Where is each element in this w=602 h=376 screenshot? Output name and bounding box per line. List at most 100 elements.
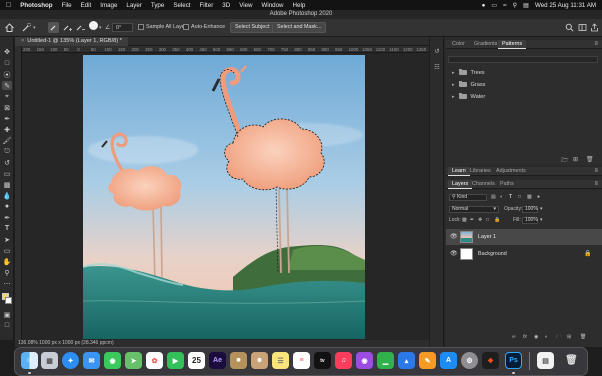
- new-group-folder-icon[interactable]: 🗁: [561, 156, 568, 166]
- menubar-clock[interactable]: Wed 25 Aug 11:31 AM: [535, 2, 596, 9]
- quick-selection-tool-icon[interactable]: [21, 22, 32, 33]
- type-tool-icon[interactable]: T: [2, 224, 12, 233]
- music-icon[interactable]: ♫: [335, 352, 352, 369]
- lock-artboard-icon[interactable]: □: [486, 217, 489, 224]
- finder-icon[interactable]: ☺: [21, 352, 38, 369]
- menu-layer[interactable]: Layer: [126, 2, 141, 9]
- filter-adjustment-icon[interactable]: ◐: [500, 194, 503, 201]
- layer-row-layer-1[interactable]: 👁 Layer 1: [446, 229, 602, 245]
- tab-color[interactable]: Color: [448, 40, 469, 49]
- home-icon[interactable]: [4, 22, 15, 33]
- menu-select[interactable]: Select: [173, 2, 190, 9]
- messages-icon[interactable]: ◉: [104, 352, 121, 369]
- tab-gradients[interactable]: Gradients: [470, 40, 501, 49]
- menu-file[interactable]: File: [62, 2, 72, 9]
- brush-size-preview-icon[interactable]: [89, 21, 98, 30]
- link-layers-icon[interactable]: ∞: [512, 334, 516, 341]
- eye-visibility-icon[interactable]: 👁: [450, 233, 458, 240]
- reminders-icon[interactable]: ≡: [293, 352, 310, 369]
- calendar-icon[interactable]: 25: [188, 352, 205, 369]
- figma-icon[interactable]: ❖: [482, 352, 499, 369]
- tab-adjustments[interactable]: Adjustments: [492, 167, 530, 176]
- pattern-group-grass[interactable]: ▸ Grass: [452, 80, 485, 89]
- opacity-field[interactable]: 100%: [522, 206, 538, 213]
- rectangle-tool-icon[interactable]: ▭: [2, 246, 12, 255]
- tab-patterns[interactable]: Patterns: [498, 40, 527, 49]
- apple-tv-icon[interactable]: tv: [314, 352, 331, 369]
- numbers-icon[interactable]: ▁: [377, 352, 394, 369]
- dodge-tool-icon[interactable]: ●: [2, 202, 12, 211]
- new-group-icon[interactable]: 🗁: [556, 334, 562, 341]
- tool-preset-chevron-icon[interactable]: ▾: [33, 25, 36, 31]
- system-preferences-icon[interactable]: ⚙: [461, 352, 478, 369]
- gradient-tool-icon[interactable]: ▩: [2, 180, 12, 189]
- search-icon[interactable]: [565, 23, 574, 32]
- workspace-switcher-icon[interactable]: [578, 23, 587, 32]
- pattern-group-water[interactable]: ▸ Water: [452, 92, 485, 101]
- expand-chevron-icon[interactable]: ▸: [452, 94, 455, 100]
- auto-enhance-checkbox[interactable]: [183, 24, 189, 30]
- notes-icon[interactable]: ☰: [272, 352, 289, 369]
- horizontal-ruler[interactable]: 200 150 100 50 0 50 100 150 200 250 300 350 400 450 50…: [22, 46, 429, 53]
- eyedropper-tool-icon[interactable]: ✒: [2, 114, 12, 123]
- menu-3d[interactable]: 3D: [222, 2, 230, 9]
- document-stack-icon[interactable]: ▤: [537, 352, 554, 369]
- expand-chevron-icon[interactable]: ▸: [452, 82, 455, 88]
- menu-help[interactable]: Help: [293, 2, 306, 9]
- angle-value[interactable]: 0°: [112, 23, 133, 32]
- lock-image-pixels-icon[interactable]: ✒: [470, 217, 474, 224]
- expand-chevron-icon[interactable]: ▸: [452, 70, 455, 76]
- blur-tool-icon[interactable]: 💧: [2, 191, 12, 200]
- eye-visibility-icon[interactable]: 👁: [450, 250, 458, 257]
- new-selection-icon[interactable]: [48, 22, 59, 33]
- panel-menu-icon[interactable]: ≡: [594, 168, 598, 174]
- subtract-from-selection-icon[interactable]: [74, 22, 85, 33]
- menu-filter[interactable]: Filter: [200, 2, 214, 9]
- path-selection-tool-icon[interactable]: ➤: [2, 235, 12, 244]
- delete-layer-icon[interactable]: 🗑: [580, 334, 586, 341]
- new-pattern-icon[interactable]: ⊞: [573, 156, 578, 163]
- lock-position-icon[interactable]: ✥: [478, 217, 482, 224]
- add-to-selection-icon[interactable]: [61, 22, 72, 33]
- history-panel-icon[interactable]: ↺: [433, 47, 441, 55]
- frame-tool-icon[interactable]: ⊠: [2, 103, 12, 112]
- panel-menu-icon[interactable]: ≡: [594, 181, 598, 187]
- menu-view[interactable]: View: [239, 2, 252, 9]
- new-layer-icon[interactable]: ⊞: [567, 334, 571, 341]
- fill-field[interactable]: 100%: [522, 217, 538, 224]
- lock-transparent-pixels-icon[interactable]: ▩: [462, 217, 467, 224]
- wifi-icon[interactable]: ≈: [503, 2, 506, 9]
- creative-cloud-icon[interactable]: ●: [482, 2, 486, 9]
- healing-brush-tool-icon[interactable]: ✚: [2, 125, 12, 134]
- adjustment-layer-icon[interactable]: ◐: [545, 334, 548, 341]
- control-center-icon[interactable]: ▤: [523, 2, 529, 9]
- unknown-app-icon[interactable]: ■: [230, 352, 247, 369]
- battery-icon[interactable]: ▭: [491, 2, 497, 9]
- clone-stamp-tool-icon[interactable]: ⎋: [2, 147, 12, 156]
- pages-icon[interactable]: ✎: [419, 352, 436, 369]
- trash-icon[interactable]: 🗑: [563, 352, 580, 369]
- layer-row-background[interactable]: 👁 Background 🔒: [446, 246, 602, 262]
- quick-selection-tool-icon[interactable]: ✎: [2, 81, 12, 90]
- apple-icon[interactable]: : [6, 2, 11, 9]
- layer-filter-kind-select[interactable]: ⚲ Kind: [449, 194, 487, 201]
- close-tab-icon[interactable]: ×: [21, 38, 24, 44]
- more-tools-icon[interactable]: ⋯: [2, 279, 12, 288]
- share-icon[interactable]: [590, 23, 599, 32]
- layer-style-icon[interactable]: fx: [523, 334, 527, 341]
- lock-all-icon[interactable]: 🔒: [494, 217, 500, 224]
- pattern-group-trees[interactable]: ▸ Trees: [452, 68, 485, 77]
- select-and-mask-button[interactable]: Select and Mask...: [272, 22, 327, 33]
- chevron-down-icon[interactable]: ▾: [540, 217, 543, 224]
- chevron-down-icon[interactable]: ▾: [540, 206, 543, 213]
- filter-toggle-icon[interactable]: ●: [537, 194, 540, 201]
- podcasts-icon[interactable]: ◉: [356, 352, 373, 369]
- mail-icon[interactable]: ✉: [83, 352, 100, 369]
- history-brush-tool-icon[interactable]: ↺: [2, 158, 12, 167]
- blend-mode-select[interactable]: Normal ▾: [449, 206, 499, 213]
- app-store-icon[interactable]: A: [440, 352, 457, 369]
- maps-icon[interactable]: ➤: [125, 352, 142, 369]
- after-effects-icon[interactable]: Ae: [209, 352, 226, 369]
- filter-pixel-icon[interactable]: ▤: [491, 194, 496, 201]
- menu-image[interactable]: Image: [100, 2, 117, 9]
